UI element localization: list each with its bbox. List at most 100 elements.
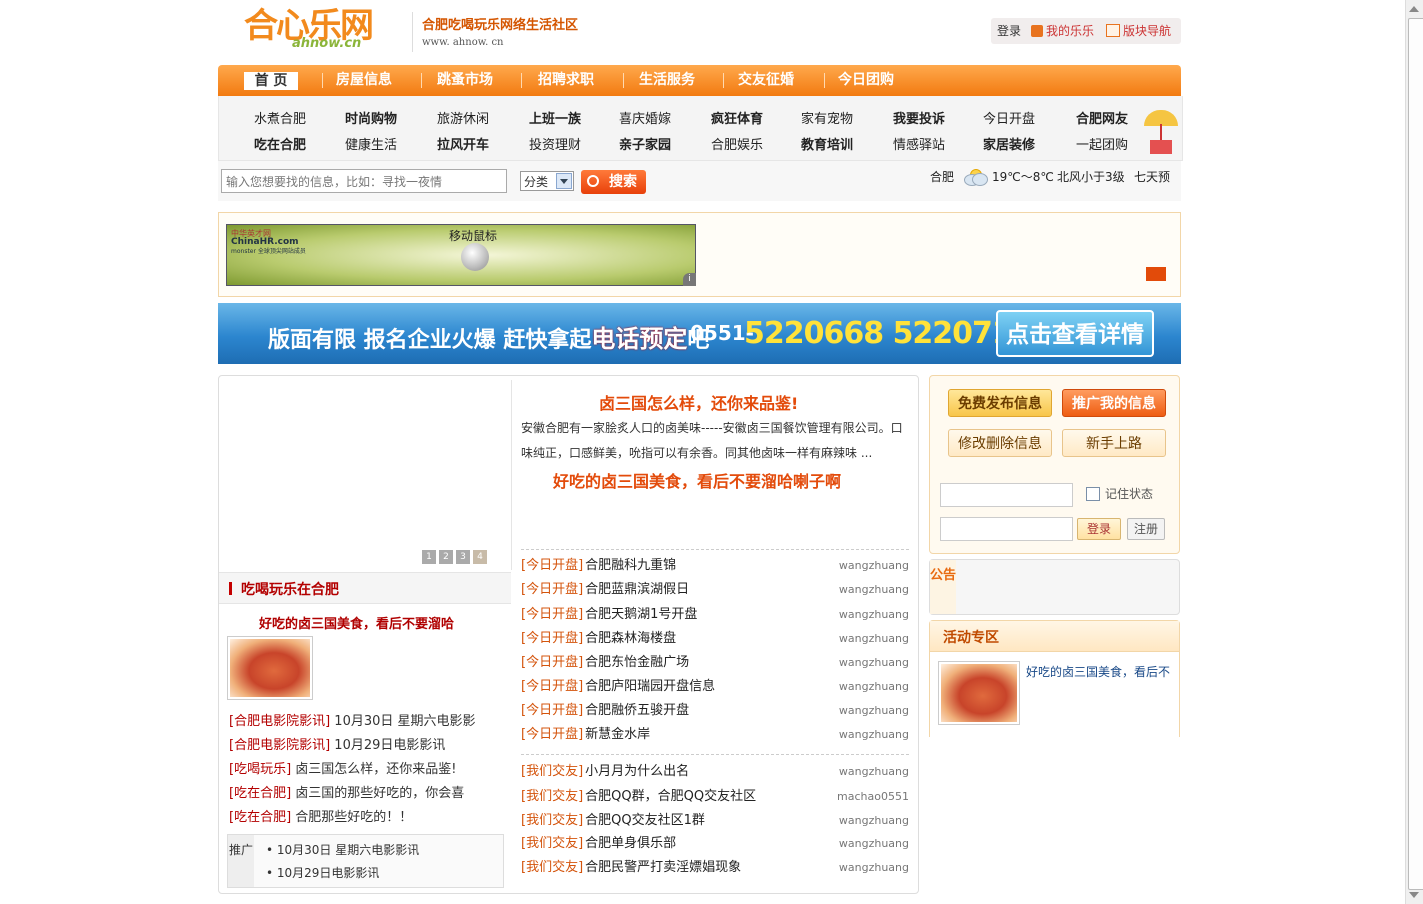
nav-item-groupbuy[interactable]: 今日团购 bbox=[838, 65, 894, 96]
table-row[interactable]: [今日开盘] 合肥森林海楼盘 wangzhuang bbox=[521, 627, 909, 651]
list-item[interactable]: [吃在合肥] 卤三国的那些好吃的，你会喜 bbox=[229, 782, 476, 806]
login-link[interactable]: 登录 bbox=[997, 18, 1021, 44]
subnav-link[interactable]: 吃在合肥 bbox=[254, 134, 306, 153]
newbie-guide-button[interactable]: 新手上路 bbox=[1062, 429, 1166, 457]
subnav-link[interactable]: 一起团购 bbox=[1076, 134, 1128, 153]
section-header: 吃喝玩乐在合肥 bbox=[219, 572, 511, 604]
slider-page[interactable]: 1 bbox=[422, 550, 436, 564]
weather-wind: 北风小于3级 bbox=[1057, 170, 1125, 184]
activity-thumbnail[interactable] bbox=[938, 661, 1020, 725]
table-row[interactable]: [今日开盘] 合肥庐阳瑞园开盘信息 wangzhuang bbox=[521, 675, 909, 699]
nav-item-services[interactable]: 生活服务 bbox=[639, 65, 695, 96]
my-lele-link[interactable]: 我的乐乐 bbox=[1031, 18, 1094, 44]
register-button[interactable]: 注册 bbox=[1127, 518, 1165, 540]
subnav-link[interactable]: 时尚购物 bbox=[345, 108, 397, 127]
login-button[interactable]: 登录 bbox=[1077, 518, 1121, 540]
subnav-link[interactable]: 合肥网友 bbox=[1076, 108, 1128, 127]
slider-page[interactable]: 4 bbox=[473, 550, 487, 564]
table-row[interactable]: [今日开盘] 新慧金水岸 wangzhuang bbox=[521, 723, 909, 747]
list-item[interactable]: [合肥电影院影讯] 10月30日 星期六电影影 bbox=[229, 710, 476, 734]
subnav-link[interactable]: 上班一族 bbox=[529, 108, 581, 127]
promote-info-button[interactable]: 推广我的信息 bbox=[1062, 389, 1166, 417]
table-row[interactable]: [我们交友] 合肥QQ群，合肥QQ交友社区 machao0551 bbox=[521, 785, 909, 809]
table-row[interactable]: [我们交友] 合肥单身俱乐部 wangzhuang bbox=[521, 832, 909, 856]
list-item[interactable]: [吃在合肥] 合肥那些好吃的！！ bbox=[229, 806, 476, 830]
table-row[interactable]: [今日开盘] 合肥天鹅湖1号开盘 wangzhuang bbox=[521, 603, 909, 627]
table-row[interactable]: [今日开盘] 合肥融科九重锦 wangzhuang bbox=[521, 554, 909, 578]
slider-page[interactable]: 3 bbox=[456, 550, 470, 564]
subnav-link[interactable]: 合肥娱乐 bbox=[711, 134, 763, 153]
nav-home[interactable]: 首 页 bbox=[244, 72, 298, 90]
left-column: 吃喝玩乐在合肥 好吃的卤三国美食，看后不要溜哈 [合肥电影院影讯] 10月30日… bbox=[219, 572, 511, 892]
activity-link[interactable]: 好吃的卤三国美食，看后不 bbox=[1026, 663, 1170, 680]
publish-info-button[interactable]: 免费发布信息 bbox=[948, 389, 1052, 417]
scroll-up-icon[interactable] bbox=[1409, 6, 1419, 12]
site-slogan: 合肥吃喝玩乐网络生活社区 bbox=[422, 18, 579, 33]
subnav-link[interactable]: 教育培训 bbox=[801, 134, 853, 153]
nav-item-housing[interactable]: 房屋信息 bbox=[336, 65, 392, 96]
table-row[interactable]: [今日开盘] 合肥融侨五骏开盘 wangzhuang bbox=[521, 699, 909, 723]
ad-logo-line: monster 全球顶尖网站成员 bbox=[231, 248, 306, 255]
nav-item-dating[interactable]: 交友征婚 bbox=[738, 65, 794, 96]
activity-header: 活动专区 bbox=[930, 621, 1179, 652]
subnav-link[interactable]: 今日开盘 bbox=[983, 108, 1035, 127]
username-field[interactable] bbox=[940, 483, 1073, 507]
subnav-link[interactable]: 喜庆婚嫁 bbox=[619, 108, 671, 127]
scroll-down-icon[interactable] bbox=[1409, 892, 1419, 898]
small-ad-icon[interactable] bbox=[1146, 267, 1166, 281]
table-row[interactable]: [我们交友] 合肥民警严打卖淫嫖娼现象 wangzhuang bbox=[521, 856, 909, 880]
list-item[interactable]: [吃喝玩乐] 卤三国怎么样，还你来品鉴! bbox=[229, 758, 476, 782]
password-field[interactable] bbox=[940, 517, 1073, 541]
weather-forecast-link[interactable]: 七天预 bbox=[1134, 169, 1170, 185]
vertical-scrollbar[interactable] bbox=[1405, 0, 1423, 904]
feature-title[interactable]: 卤三国怎么样，还你来品鉴! bbox=[599, 390, 798, 414]
logo-divider bbox=[412, 12, 413, 52]
edit-info-button[interactable]: 修改删除信息 bbox=[948, 429, 1052, 457]
food-thumbnail[interactable] bbox=[227, 636, 313, 700]
divider bbox=[521, 549, 909, 550]
table-row[interactable]: [今日开盘] 合肥东怡金融广场 wangzhuang bbox=[521, 651, 909, 675]
divider bbox=[521, 754, 909, 755]
phone-booking-banner[interactable]: 版面有限 报名企业火爆 赶快拿起电话预定吧 0551- 5220668 5220… bbox=[218, 303, 1181, 364]
feature-subtitle[interactable]: 好吃的卤三国美食，看后不要溜哈喇子啊 bbox=[553, 468, 841, 492]
pic-title[interactable]: 好吃的卤三国美食，看后不要溜哈 bbox=[259, 613, 454, 632]
subnav-link[interactable]: 家居装修 bbox=[983, 134, 1035, 153]
subnav-link[interactable]: 亲子家园 bbox=[619, 134, 671, 153]
promo-link[interactable]: • 10月30日 星期六电影影讯 bbox=[266, 841, 419, 858]
chinahr-ad[interactable]: 中华英才网 ChinaHR.com monster 全球顶尖网站成员 移动鼠标 … bbox=[226, 224, 696, 286]
subnav-link[interactable]: 疯狂体育 bbox=[711, 108, 763, 127]
subnav-link[interactable]: 我要投诉 bbox=[893, 108, 945, 127]
activity-title: 活动专区 bbox=[943, 630, 999, 646]
view-details-button[interactable]: 点击查看详情 bbox=[996, 310, 1154, 357]
subnav-link[interactable]: 家有宠物 bbox=[801, 108, 853, 127]
promo-link[interactable]: • 10月29日电影影讯 bbox=[266, 864, 379, 881]
table-row[interactable]: [我们交友] 合肥QQ交友社区1群 wangzhuang bbox=[521, 809, 909, 833]
category-select[interactable]: 分类 bbox=[520, 171, 574, 191]
list-item[interactable]: [合肥电影院影讯] 10月29日电影影讯 bbox=[229, 734, 476, 758]
board-nav-link[interactable]: 版块导航 bbox=[1106, 18, 1171, 44]
nav-item-jobs[interactable]: 招聘求职 bbox=[538, 65, 594, 96]
scrollbar-thumb[interactable] bbox=[1408, 18, 1423, 890]
subnav-link[interactable]: 旅游休闲 bbox=[437, 108, 489, 127]
search-button[interactable]: 搜索 bbox=[581, 170, 646, 194]
subnav-link[interactable]: 投资理财 bbox=[529, 134, 581, 153]
remember-checkbox[interactable] bbox=[1086, 487, 1100, 501]
subnav-link[interactable]: 水煮合肥 bbox=[254, 108, 306, 127]
subnav-link[interactable]: 健康生活 bbox=[345, 134, 397, 153]
subnav-link[interactable]: 情感驿站 bbox=[893, 134, 945, 153]
site-logo[interactable]: 合心乐网 ahnow.cn bbox=[244, 6, 394, 52]
slider-page[interactable]: 2 bbox=[439, 550, 453, 564]
nav-divider bbox=[421, 73, 422, 88]
table-row[interactable]: [今日开盘] 合肥蓝鼎滨湖假日 wangzhuang bbox=[521, 578, 909, 602]
subnav-link[interactable]: 拉风开车 bbox=[437, 134, 489, 153]
news-list: [合肥电影院影讯] 10月30日 星期六电影影 [合肥电影院影讯] 10月29日… bbox=[229, 710, 476, 830]
nav-item-market[interactable]: 跳蚤市场 bbox=[437, 65, 493, 96]
search-input[interactable]: 输入您想要找的信息，比如：寻找一夜情 bbox=[221, 169, 507, 193]
user-panel: 免费发布信息 推广我的信息 修改删除信息 新手上路 记住状态 登录 注册 bbox=[929, 375, 1180, 554]
table-row[interactable]: [我们交友] 小月月为什么出名 wangzhuang bbox=[521, 760, 909, 784]
image-slider[interactable]: 1234 bbox=[219, 376, 511, 570]
weather-temp: 19℃～8℃ bbox=[992, 170, 1054, 184]
cloudy-icon bbox=[964, 169, 988, 186]
info-icon[interactable]: i bbox=[683, 273, 696, 286]
site-domain: www. ahnow. cn bbox=[422, 37, 504, 48]
